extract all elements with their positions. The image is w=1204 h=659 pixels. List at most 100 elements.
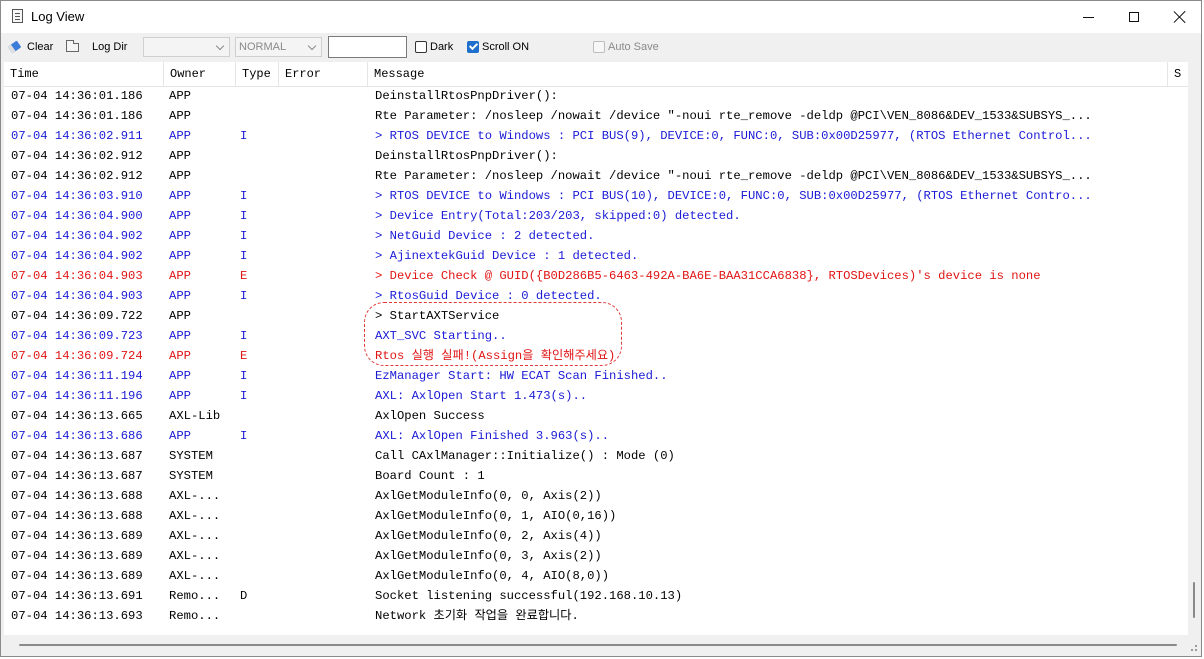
cell-time: 07-04 14:36:03.910: [11, 189, 143, 203]
cell-owner: APP: [169, 209, 191, 223]
table-row[interactable]: 07-04 14:36:02.912 APP DeinstallRtosPnpDri…: [4, 146, 1188, 166]
cell-message: > StartAXTService: [375, 309, 500, 323]
cell-time: 07-04 14:36:13.689: [11, 529, 143, 543]
cell-time: 07-04 14:36:02.911: [11, 129, 143, 143]
column-header-s[interactable]: S: [1168, 62, 1188, 86]
cell-time: 07-04 14:36:13.689: [11, 569, 143, 583]
resize-grip-icon[interactable]: [1187, 641, 1199, 653]
auto-save-checkbox-box[interactable]: [593, 41, 605, 53]
table-row[interactable]: 07-04 14:36:13.688 AXL-... AxlGetModuleInf…: [4, 486, 1188, 506]
clear-button[interactable]: Clear: [7, 33, 53, 61]
vertical-scrollbar[interactable]: [1188, 62, 1201, 635]
table-row[interactable]: 07-04 14:36:04.903 APP E > Device Check @ G…: [4, 266, 1188, 286]
cell-owner: SYSTEM: [169, 469, 213, 483]
table-row[interactable]: 07-04 14:36:03.910 APP I > RTOS DEVICE to W…: [4, 186, 1188, 206]
table-row[interactable]: 07-04 14:36:13.693 Remo... Network 초기화 작업을…: [4, 606, 1188, 626]
cell-type: E: [240, 349, 248, 363]
table-row[interactable]: 07-04 14:36:04.900 APP I > Device Entry(Tot…: [4, 206, 1188, 226]
table-row[interactable]: 07-04 14:36:01.186 APP DeinstallRtosPnpDri…: [4, 86, 1188, 106]
dark-checkbox-box[interactable]: [415, 41, 427, 53]
cell-time: 07-04 14:36:13.691: [11, 589, 143, 603]
table-row[interactable]: 07-04 14:36:13.686 APP I AXL: AxlOpen Finis…: [4, 426, 1188, 446]
minimize-button[interactable]: [1065, 1, 1111, 33]
cell-message: Socket listening successful(192.168.10.1…: [375, 589, 683, 603]
log-level-combo[interactable]: NORMAL: [235, 37, 322, 57]
horizontal-scroll-thumb[interactable]: [19, 644, 1177, 646]
cell-message: AxlGetModuleInfo(0, 1, AIO(0,16)): [375, 509, 617, 523]
table-row[interactable]: 07-04 14:36:13.665 AXL-Lib AxlOpen Success: [4, 406, 1188, 426]
cell-owner: APP: [169, 369, 191, 383]
scroll-on-checkbox-box[interactable]: [467, 41, 479, 53]
cell-type: I: [240, 289, 248, 303]
cell-time: 07-04 14:36:04.902: [11, 229, 143, 243]
table-row[interactable]: 07-04 14:36:02.912 APP Rte Parameter: /nos…: [4, 166, 1188, 186]
table-row[interactable]: 07-04 14:36:13.691 Remo... D Socket listeni…: [4, 586, 1188, 606]
table-row[interactable]: 07-04 14:36:09.723 APP I AXT_SVC Starting..: [4, 326, 1188, 346]
log-list[interactable]: Time Owner Type Error Message S 07-04 14…: [4, 62, 1188, 635]
column-header-owner[interactable]: Owner: [164, 62, 236, 86]
table-row[interactable]: 07-04 14:36:13.689 AXL-... AxlGetModuleInf…: [4, 546, 1188, 566]
log-dir-button[interactable]: Log Dir: [66, 33, 127, 61]
table-row[interactable]: 07-04 14:36:13.689 AXL-... AxlGetModuleInf…: [4, 566, 1188, 586]
cell-message: EzManager Start: HW ECAT Scan Finished..: [375, 369, 668, 383]
horizontal-scrollbar[interactable]: [4, 637, 1188, 653]
table-row[interactable]: 07-04 14:36:13.689 AXL-... AxlGetModuleInf…: [4, 526, 1188, 546]
table-row[interactable]: 07-04 14:36:09.724 APP E Rtos 실행 실패!(Assign…: [4, 346, 1188, 366]
title-bar[interactable]: Log View: [1, 1, 1201, 33]
cell-owner: Remo...: [169, 589, 221, 603]
close-icon: [1173, 10, 1187, 24]
table-row[interactable]: 07-04 14:36:13.687 SYSTEM Call CAxlManager…: [4, 446, 1188, 466]
cell-message: Call CAxlManager::Initialize() : Mode (0…: [375, 449, 675, 463]
auto-save-checkbox[interactable]: Auto Save: [593, 33, 659, 61]
table-row[interactable]: 07-04 14:36:04.903 APP I > RtosGuid Device …: [4, 286, 1188, 306]
cell-owner: APP: [169, 149, 191, 163]
column-header-time[interactable]: Time: [4, 62, 164, 86]
cell-owner: AXL-...: [169, 569, 221, 583]
cell-message: AxlGetModuleInfo(0, 0, Axis(2)): [375, 489, 602, 503]
cell-message: > NetGuid Device : 2 detected.: [375, 229, 595, 243]
cell-message: Rte Parameter: /nosleep /nowait /device …: [375, 109, 1092, 123]
cell-owner: APP: [169, 429, 191, 443]
filter-input[interactable]: [328, 36, 407, 58]
vertical-scroll-thumb[interactable]: [1193, 582, 1195, 618]
cell-message: Rtos 실행 실패!(Assign을 확인해주세요): [375, 349, 616, 363]
cell-owner: APP: [169, 309, 191, 323]
table-row[interactable]: 07-04 14:36:13.687 SYSTEM Board Count : 1: [4, 466, 1188, 486]
list-header: Time Owner Type Error Message S: [4, 62, 1188, 87]
close-button[interactable]: [1157, 1, 1203, 33]
log-dir-label: Log Dir: [92, 41, 128, 53]
cell-time: 07-04 14:36:02.912: [11, 149, 143, 163]
column-header-type[interactable]: Type: [236, 62, 279, 86]
cell-time: 07-04 14:36:11.194: [11, 369, 143, 383]
chevron-down-icon: [215, 41, 225, 51]
dark-label: Dark: [430, 41, 454, 53]
table-row[interactable]: 07-04 14:36:13.688 AXL-... AxlGetModuleInf…: [4, 506, 1188, 526]
table-row[interactable]: 07-04 14:36:04.902 APP I > NetGuid Device :…: [4, 226, 1188, 246]
cell-type: I: [240, 189, 248, 203]
maximize-icon: [1129, 12, 1139, 22]
cell-type: I: [240, 129, 248, 143]
log-level-value: NORMAL: [239, 41, 287, 53]
cell-time: 07-04 14:36:09.723: [11, 329, 143, 343]
column-header-message[interactable]: Message: [368, 62, 1168, 86]
column-header-error[interactable]: Error: [279, 62, 368, 86]
log-source-combo[interactable]: [143, 37, 230, 57]
table-row[interactable]: 07-04 14:36:11.196 APP I AXL: AxlOpen Start…: [4, 386, 1188, 406]
dark-checkbox[interactable]: Dark: [415, 33, 453, 61]
cell-owner: AXL-...: [169, 509, 221, 523]
table-row[interactable]: 07-04 14:36:01.186 APP Rte Parameter: /nos…: [4, 106, 1188, 126]
maximize-button[interactable]: [1111, 1, 1157, 33]
auto-save-label: Auto Save: [608, 41, 659, 53]
cell-owner: APP: [169, 109, 191, 123]
table-row[interactable]: 07-04 14:36:04.902 APP I > AjinextekGuid De…: [4, 246, 1188, 266]
table-row[interactable]: 07-04 14:36:11.194 APP I EzManager Start: H…: [4, 366, 1188, 386]
cell-owner: APP: [169, 169, 191, 183]
cell-type: E: [240, 269, 248, 283]
cell-message: > RtosGuid Device : 0 detected.: [375, 289, 602, 303]
table-row[interactable]: 07-04 14:36:09.722 APP > StartAXTService: [4, 306, 1188, 326]
table-row[interactable]: 07-04 14:36:02.911 APP I > RTOS DEVICE to W…: [4, 126, 1188, 146]
cell-owner: SYSTEM: [169, 449, 213, 463]
cell-owner: APP: [169, 329, 191, 343]
cell-message: > Device Check @ GUID({B0D286B5-6463-492…: [375, 269, 1041, 283]
scroll-on-checkbox[interactable]: Scroll ON: [467, 33, 529, 61]
